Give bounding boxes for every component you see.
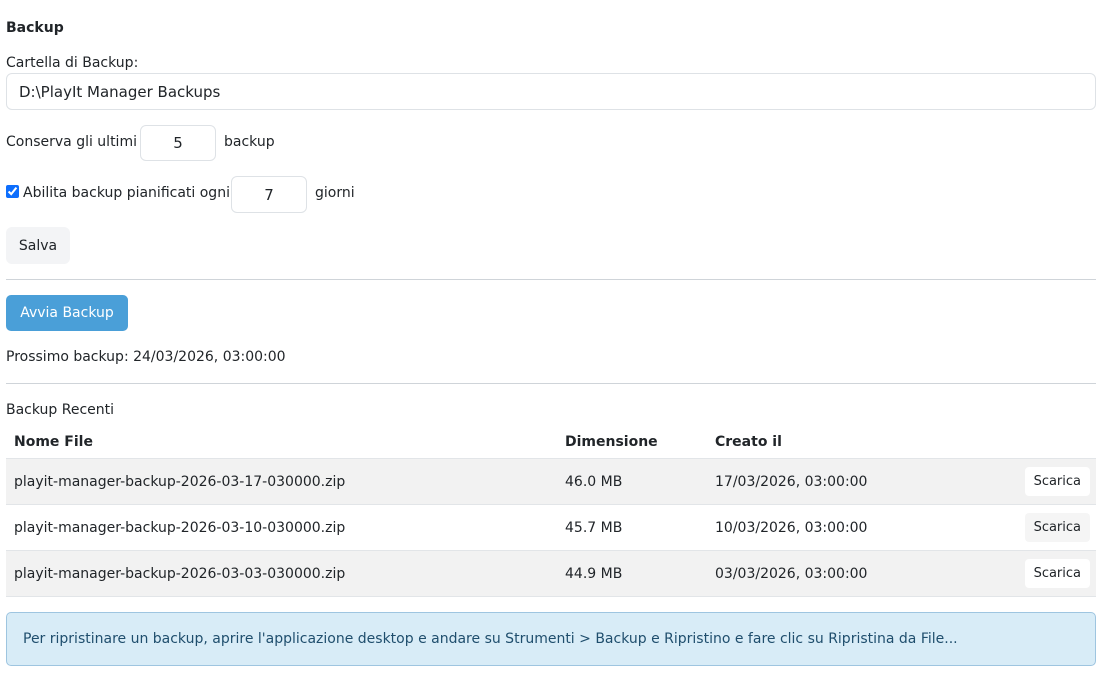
- column-header-created: Creato il: [715, 433, 782, 450]
- backup-folder-input[interactable]: [6, 73, 1096, 110]
- backup-settings-panel: Backup Cartella di Backup: Conserva gli …: [0, 0, 1102, 687]
- file-name-cell: playit-manager-backup-2026-03-17-030000.…: [6, 458, 557, 505]
- column-header-size: Dimensione: [565, 433, 658, 450]
- created-date-cell: 10/03/2026, 03:00:00: [707, 504, 993, 551]
- table-row: playit-manager-backup-2026-03-03-030000.…: [6, 550, 1096, 597]
- actions-cell: Scarica: [993, 550, 1096, 597]
- file-size-cell: 44.9 MB: [557, 550, 707, 597]
- schedule-enabled-checkbox[interactable]: [6, 185, 19, 198]
- file-name-cell: playit-manager-backup-2026-03-03-030000.…: [6, 550, 557, 597]
- schedule-interval-input[interactable]: [231, 176, 307, 213]
- retention-count-input[interactable]: [140, 125, 216, 161]
- restore-info-text: Per ripristinare un backup, aprire l'app…: [23, 631, 958, 647]
- retention-suffix: backup: [224, 134, 275, 150]
- download-button[interactable]: Scarica: [1024, 513, 1090, 542]
- save-button[interactable]: Salva: [6, 227, 70, 264]
- next-backup-text: Prossimo backup: 24/03/2026, 03:00:00: [6, 349, 286, 365]
- actions-cell: Scarica: [993, 458, 1096, 505]
- column-header-actions: [993, 425, 1096, 459]
- retention-label: Conserva gli ultimi: [6, 134, 137, 150]
- section-title: Backup: [6, 20, 64, 36]
- recent-backups-title: Backup Recenti: [6, 402, 115, 418]
- schedule-label[interactable]: Abilita backup pianificati ogni: [23, 185, 230, 201]
- download-button[interactable]: Scarica: [1024, 467, 1090, 496]
- recent-backups-table: Nome File Dimensione Creato il playit-ma…: [6, 425, 1096, 597]
- file-name-cell: playit-manager-backup-2026-03-10-030000.…: [6, 504, 557, 551]
- created-date-cell: 03/03/2026, 03:00:00: [707, 550, 993, 597]
- file-size-cell: 46.0 MB: [557, 458, 707, 505]
- divider: [6, 383, 1096, 384]
- download-button[interactable]: Scarica: [1024, 559, 1090, 588]
- column-header-name: Nome File: [14, 433, 93, 450]
- restore-info-alert: Per ripristinare un backup, aprire l'app…: [6, 612, 1096, 666]
- divider: [6, 279, 1096, 280]
- schedule-suffix: giorni: [315, 185, 355, 201]
- created-date-cell: 17/03/2026, 03:00:00: [707, 458, 993, 505]
- table-row: playit-manager-backup-2026-03-17-030000.…: [6, 458, 1096, 505]
- actions-cell: Scarica: [993, 504, 1096, 551]
- table-row: playit-manager-backup-2026-03-10-030000.…: [6, 504, 1096, 551]
- file-size-cell: 45.7 MB: [557, 504, 707, 551]
- start-backup-button[interactable]: Avvia Backup: [6, 295, 128, 331]
- table-header-row: Nome File Dimensione Creato il: [6, 425, 1096, 459]
- backup-folder-label: Cartella di Backup:: [6, 55, 139, 71]
